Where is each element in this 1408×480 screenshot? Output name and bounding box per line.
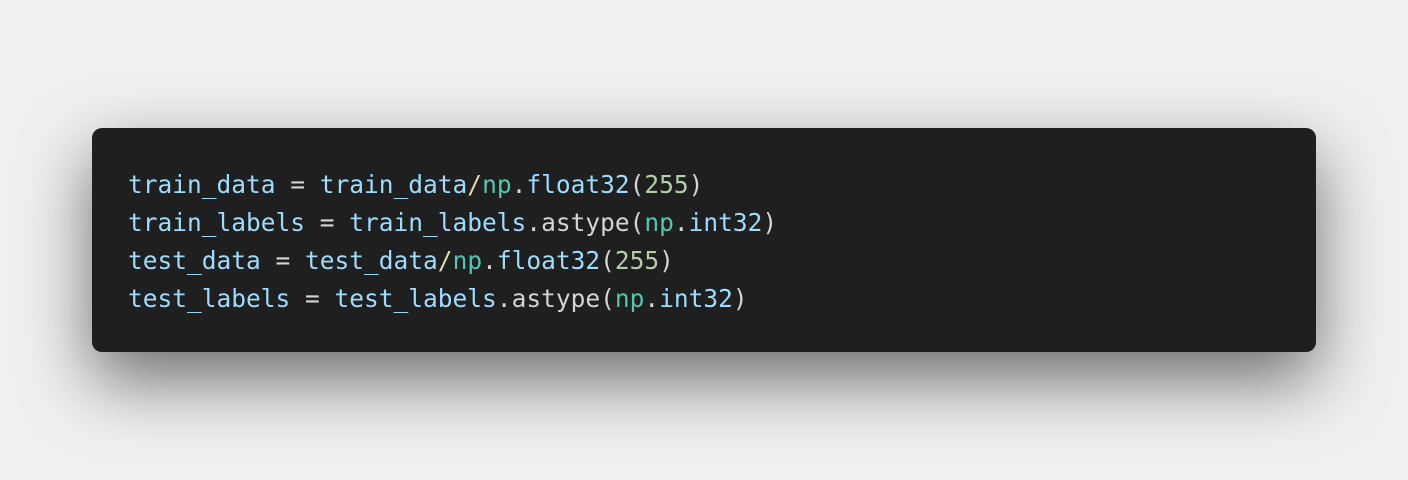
code-token-punc: ( [629, 208, 645, 237]
code-token-punc: ) [732, 284, 748, 313]
code-block[interactable]: train_data = train_data/np.float32(255) … [92, 128, 1316, 352]
code-token-var: test_labels [128, 284, 291, 313]
code-token-punc: ( [629, 170, 645, 199]
code-token-var: train_labels [128, 208, 306, 237]
code-token-punc: . [526, 208, 542, 237]
code-token-punc: ) [688, 170, 704, 199]
code-token-op: = [260, 246, 306, 275]
code-token-var: train_data [128, 170, 276, 199]
code-token-punc: . [644, 284, 660, 313]
code-token-mod: np [614, 284, 645, 313]
page-stage: train_data = train_data/np.float32(255) … [0, 0, 1408, 480]
code-token-punc: ) [659, 246, 674, 275]
code-token-var: train_data [319, 170, 468, 199]
code-token-var: float32 [526, 170, 630, 199]
code-line-3: test_data = test_data/np.float32(255) [128, 242, 1316, 280]
code-token-op: = [275, 170, 320, 199]
code-token-punc: . [496, 284, 512, 313]
code-token-punc: ) [762, 208, 778, 237]
code-token-op: = [290, 284, 335, 313]
code-token-var: int32 [688, 208, 763, 237]
code-token-var: int32 [659, 284, 733, 313]
code-token-mod: np [482, 170, 512, 199]
code-token-plain: astype [541, 208, 630, 237]
code-token-fn: / [437, 246, 453, 275]
code-token-op: = [305, 208, 350, 237]
code-line-2: train_labels = train_labels.astype(np.in… [128, 204, 1316, 242]
code-token-num: 255 [644, 170, 689, 199]
code-token-punc: . [511, 170, 527, 199]
code-token-punc: ( [600, 284, 615, 313]
code-token-punc: ( [600, 246, 615, 275]
code-token-var: train_labels [349, 208, 527, 237]
code-token-var: test_labels [334, 284, 497, 313]
code-token-num: 255 [614, 246, 660, 275]
code-token-var: test_data [305, 246, 438, 275]
code-token-var: float32 [496, 246, 601, 275]
code-token-plain: astype [511, 284, 601, 313]
code-line-1: train_data = train_data/np.float32(255) [128, 166, 1316, 204]
code-token-punc: . [482, 246, 497, 275]
code-token-var: test_data [128, 246, 261, 275]
code-line-4: test_labels = test_labels.astype(np.int3… [128, 280, 1316, 318]
code-token-punc: . [673, 208, 689, 237]
code-token-fn: / [467, 170, 483, 199]
code-token-mod: np [644, 208, 674, 237]
code-token-mod: np [452, 246, 483, 275]
